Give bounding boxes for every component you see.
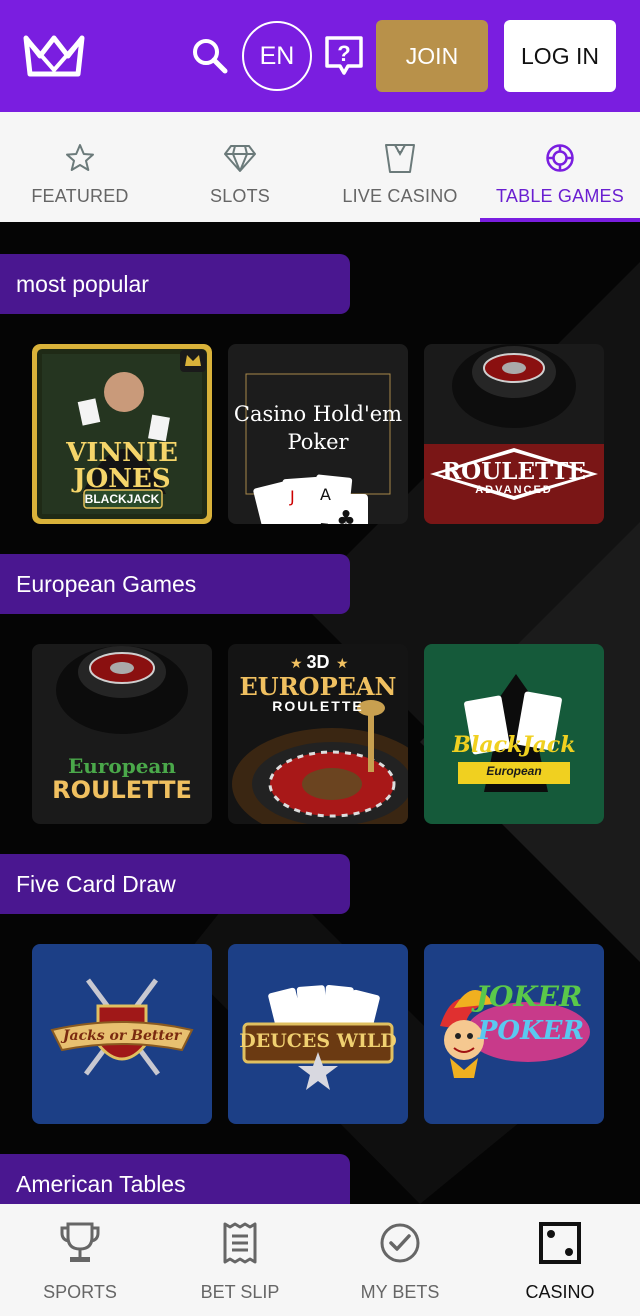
game-tile-jacks-or-better[interactable]: Jacks or Better — [32, 944, 212, 1124]
svg-text:♣: ♣ — [336, 507, 356, 524]
tab-featured[interactable]: FEATURED — [0, 112, 160, 222]
section-title-five-card-draw: Five Card Draw — [0, 854, 350, 914]
category-tabs: FEATURED SLOTS LIVE CASINO TABLE GAMES — [0, 112, 640, 222]
star-icon — [65, 142, 95, 174]
games-list[interactable]: most popular VINNIE JONES BLACKJACK ♣ J … — [0, 222, 640, 1204]
tab-label: SLOTS — [209, 186, 271, 206]
login-button[interactable]: LOG IN — [504, 20, 616, 92]
tab-label: FEATURED — [31, 186, 129, 206]
tab-label: LIVE CASINO — [342, 186, 458, 206]
svg-text:J: J — [289, 487, 295, 506]
section-title-european-games: European Games — [0, 554, 350, 614]
tab-slots[interactable]: SLOTS — [160, 112, 320, 222]
language-button[interactable]: EN — [242, 21, 312, 91]
svg-text:?: ? — [337, 41, 350, 66]
game-tile-casino-holdem-poker[interactable]: ♣ J A Casino Hold'em Poker — [228, 344, 408, 524]
nav-sports[interactable]: SPORTS — [0, 1204, 160, 1316]
game-tile-vinnie-jones-blackjack[interactable]: VINNIE JONES BLACKJACK — [32, 344, 212, 524]
bottom-navigation: SPORTS BET SLIP MY BETS CASINO — [0, 1204, 640, 1316]
nav-label: BET SLIP — [200, 1282, 280, 1302]
nav-casino[interactable]: CASINO — [480, 1204, 640, 1316]
game-tile-roulette-advanced[interactable]: ROULETTE ADVANCED — [424, 344, 604, 524]
nav-my-bets[interactable]: MY BETS — [320, 1204, 480, 1316]
join-button[interactable]: JOIN — [376, 20, 488, 92]
receipt-icon — [222, 1220, 258, 1266]
dealer-icon — [383, 142, 417, 174]
chip-icon — [545, 142, 575, 174]
search-icon[interactable] — [188, 34, 232, 78]
check-circle-icon — [379, 1220, 421, 1266]
nav-label: CASINO — [525, 1282, 595, 1302]
game-tile-european-roulette[interactable]: European ROULETTE — [32, 644, 212, 824]
crown-logo-icon[interactable] — [22, 34, 86, 78]
game-tile-3d-european-roulette[interactable]: ★ ★ 3D EUROPEAN ROULETTE — [228, 644, 408, 824]
svg-text:★: ★ — [336, 656, 349, 672]
nav-label: SPORTS — [43, 1282, 117, 1302]
top-header: EN ? JOIN LOG IN — [0, 0, 640, 112]
nav-bet-slip[interactable]: BET SLIP — [160, 1204, 320, 1316]
game-tile-deuces-wild[interactable]: DEUCES WILD — [228, 944, 408, 1124]
game-tile-blackjack-european[interactable]: BlackJack European — [424, 644, 604, 824]
diamond-icon — [223, 142, 257, 174]
game-tile-joker-poker[interactable]: JOKER POKER — [424, 944, 604, 1124]
tab-live-casino[interactable]: LIVE CASINO — [320, 112, 480, 222]
dice-icon — [539, 1220, 581, 1266]
tab-table-games[interactable]: TABLE GAMES — [480, 112, 640, 222]
svg-text:★: ★ — [290, 656, 303, 672]
nav-label: MY BETS — [360, 1282, 440, 1302]
tab-label: TABLE GAMES — [496, 186, 624, 206]
help-icon[interactable]: ? — [322, 34, 366, 78]
section-title-most-popular: most popular — [0, 254, 350, 314]
svg-text:A: A — [320, 485, 331, 504]
section-title-american-tables: American Tables — [0, 1154, 350, 1204]
trophy-icon — [60, 1220, 100, 1266]
